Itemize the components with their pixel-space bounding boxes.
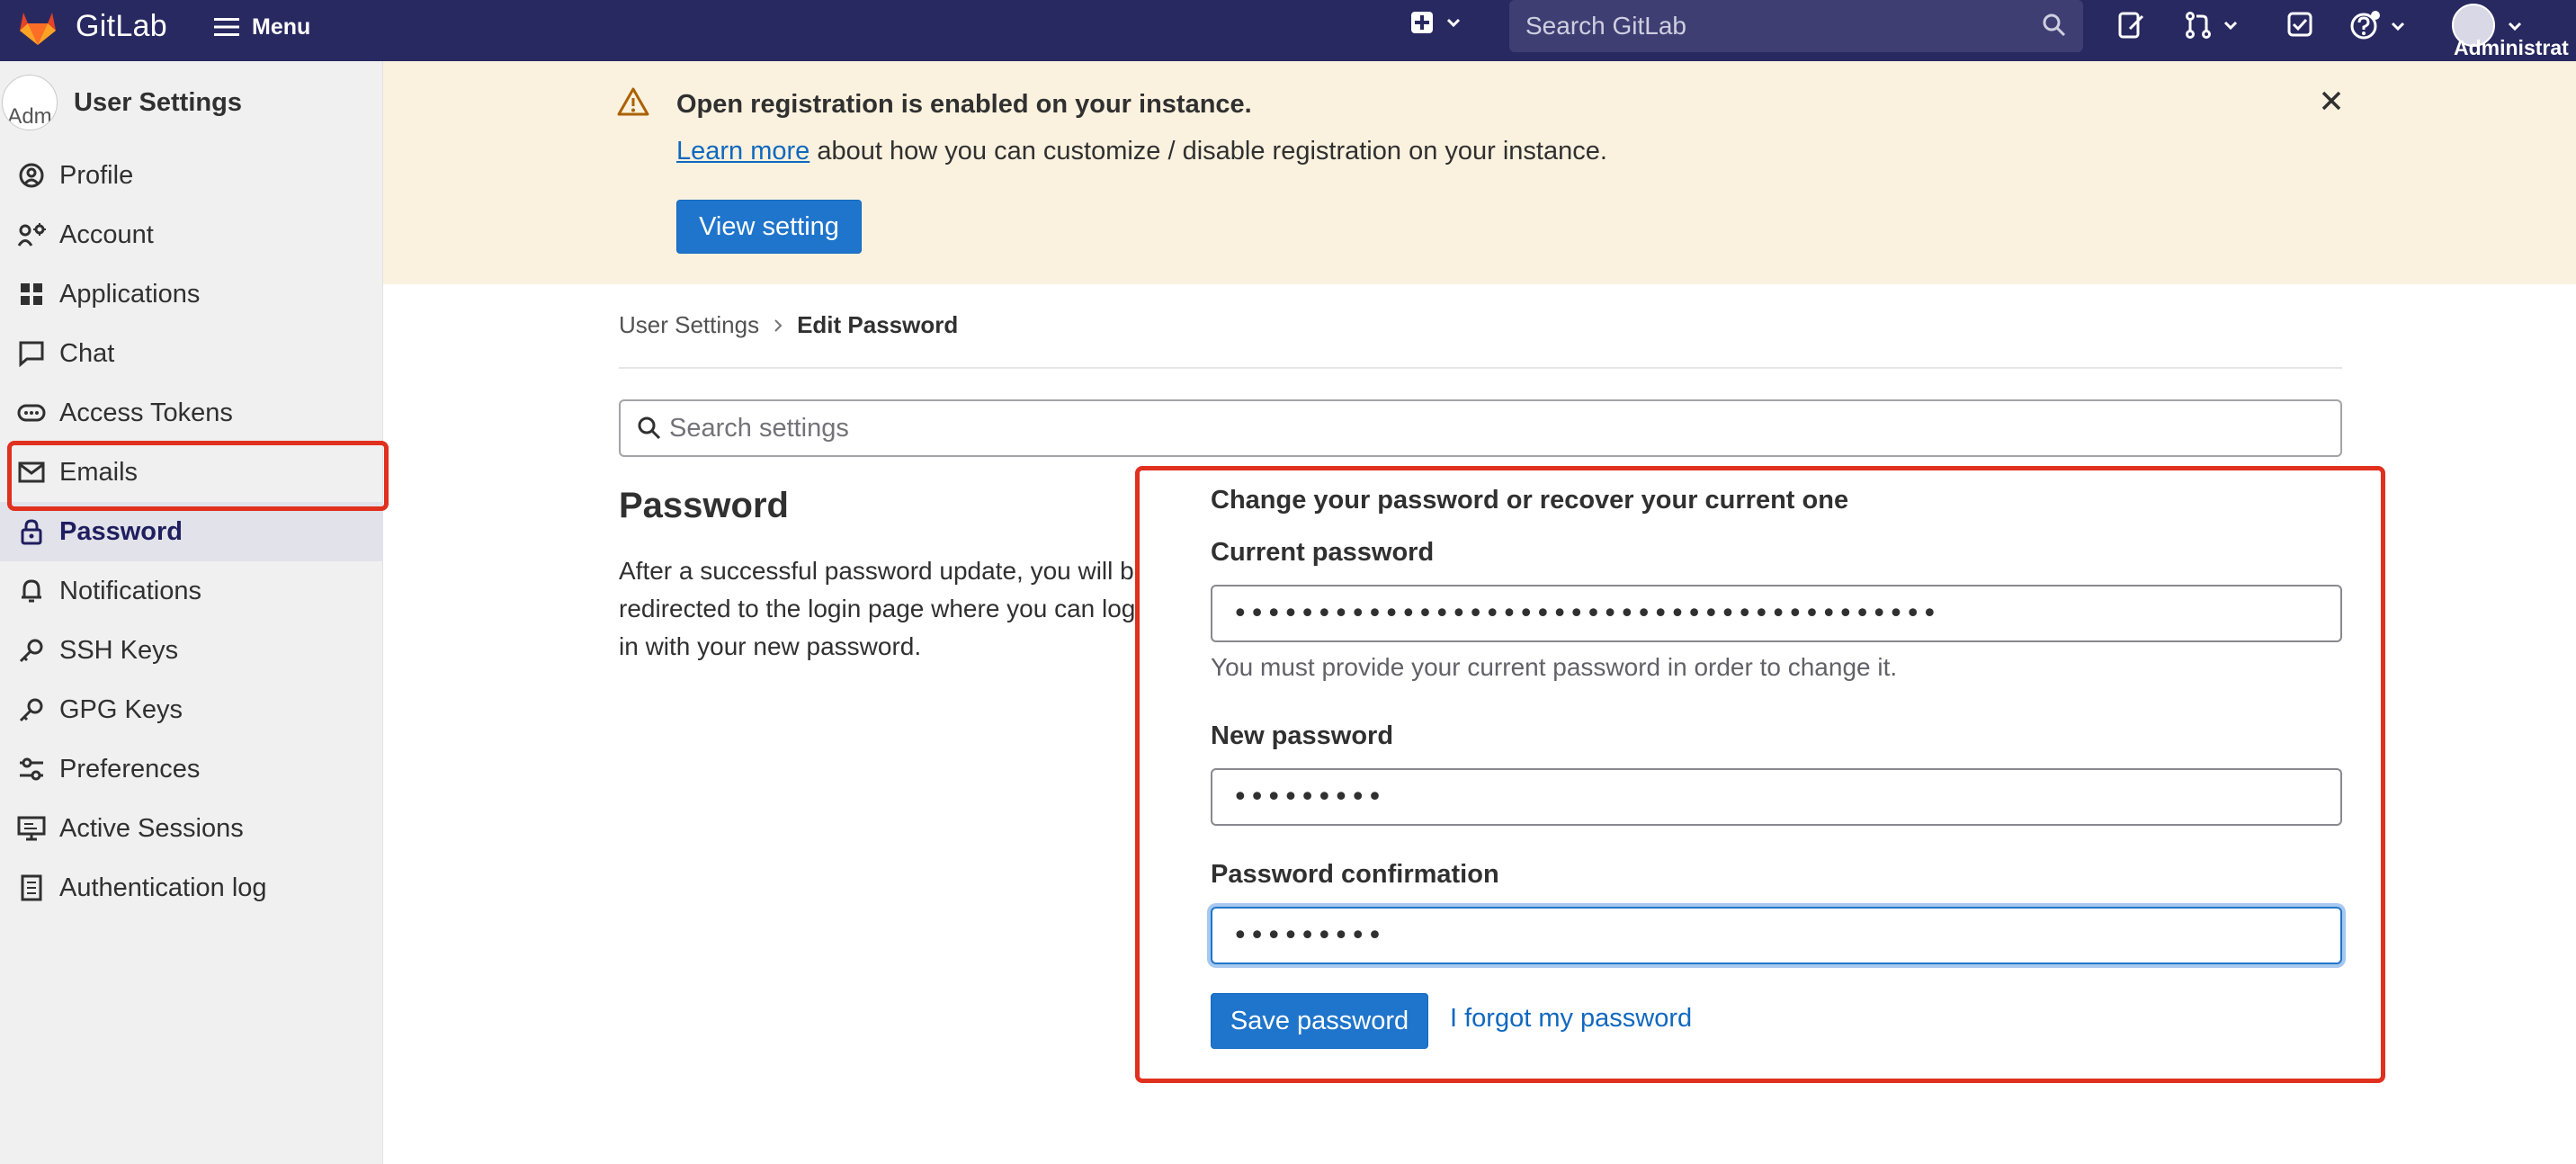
key-icon: [16, 635, 47, 666]
search-icon: [2043, 13, 2066, 37]
chevron-down-icon: [2391, 22, 2405, 31]
alert-body: Learn more about how you can customize /…: [676, 137, 1607, 166]
preferences-icon: [16, 754, 47, 784]
section-description: After a successful password update, you …: [619, 557, 1149, 660]
lock-icon: [16, 516, 47, 547]
search-icon: [638, 416, 661, 440]
chevron-down-icon: [2223, 21, 2238, 30]
log-icon: [16, 873, 47, 903]
hamburger-icon: [214, 18, 239, 36]
merge-request-icon: [2186, 12, 2211, 39]
sidebar-header[interactable]: Adm User Settings: [0, 75, 242, 130]
mail-icon: [16, 457, 47, 488]
todo-check-icon: [2287, 12, 2312, 37]
alert-title: Open registration is enabled on your ins…: [676, 90, 1252, 119]
menu-label: Menu: [252, 13, 311, 40]
forgot-password-link[interactable]: I forgot my password: [1450, 1004, 1692, 1034]
sidebar-item-label: Access Tokens: [59, 398, 233, 427]
warning-icon: [617, 87, 649, 116]
sidebar-item-password[interactable]: Password: [0, 502, 383, 561]
sidebar-avatar: Adm: [2, 75, 58, 130]
close-icon[interactable]: [2319, 88, 2344, 113]
chat-icon: [16, 338, 47, 369]
sidebar-item-profile[interactable]: Profile: [0, 146, 383, 205]
breadcrumb-divider: [619, 367, 2342, 369]
user-name-label[interactable]: Administrat: [2454, 36, 2569, 60]
sidebar-item-chat[interactable]: Chat: [0, 324, 383, 383]
menu-button[interactable]: Menu: [214, 9, 310, 45]
sidebar-item-label: Emails: [59, 457, 139, 487]
top-navbar: GitLab Menu Search GitLab Administrat: [0, 0, 2576, 61]
create-new-button[interactable]: [1410, 11, 1461, 34]
plus-square-icon: [1411, 12, 1433, 33]
chevron-down-icon[interactable]: [2508, 22, 2522, 31]
sidebar-title: User Settings: [74, 87, 242, 117]
monitor-icon: [16, 813, 47, 844]
sidebar-item-notifications[interactable]: Notifications: [0, 561, 383, 621]
issues-icon: [2118, 12, 2144, 39]
sidebar-item-access-tokens[interactable]: Access Tokens: [0, 383, 383, 443]
bell-icon: [16, 576, 47, 606]
brand-name[interactable]: GitLab: [76, 9, 167, 44]
global-search-input[interactable]: [1509, 0, 2083, 52]
sidebar-item-label: Active Sessions: [59, 813, 244, 843]
account-icon: [16, 219, 47, 250]
settings-search-input[interactable]: [621, 401, 2340, 455]
settings-sidebar: Adm User Settings Profile Account Applic…: [0, 61, 383, 1164]
new-password-label: New password: [1211, 721, 1394, 750]
sidebar-item-applications[interactable]: Applications: [0, 264, 383, 324]
applications-icon: [16, 279, 47, 309]
save-password-button[interactable]: Save password: [1211, 993, 1428, 1049]
sidebar-item-label: GPG Keys: [59, 694, 183, 724]
profile-icon: [16, 160, 47, 191]
sidebar-item-label: Password: [59, 516, 183, 546]
breadcrumb-parent[interactable]: User Settings: [619, 311, 759, 339]
sidebar-item-gpg-keys[interactable]: GPG Keys: [0, 680, 383, 739]
issues-button[interactable]: [2117, 11, 2146, 40]
sidebar-item-label: Preferences: [59, 754, 201, 783]
sidebar-menu: Profile Account Applications Chat Access…: [0, 146, 383, 918]
breadcrumb-current: Edit Password: [797, 311, 959, 338]
avatar-alt-text: Adm: [7, 104, 52, 129]
new-password-field[interactable]: [1211, 768, 2342, 826]
sidebar-item-active-sessions[interactable]: Active Sessions: [0, 799, 383, 858]
password-confirmation-field[interactable]: [1211, 907, 2342, 964]
sidebar-item-preferences[interactable]: Preferences: [0, 739, 383, 799]
current-password-help: You must provide your current password i…: [1211, 653, 1898, 681]
todos-button[interactable]: [2286, 11, 2313, 38]
section-title: Password: [619, 486, 789, 525]
gitlab-logo-icon[interactable]: [14, 4, 61, 50]
help-button[interactable]: [2349, 11, 2405, 41]
view-setting-button[interactable]: View setting: [676, 200, 862, 254]
current-password-label: Current password: [1211, 538, 1435, 567]
global-search[interactable]: [1509, 0, 2083, 52]
sidebar-item-label: Profile: [59, 160, 134, 190]
settings-search[interactable]: [619, 399, 2342, 457]
form-heading: Change your password or recover your cur…: [1211, 486, 1849, 515]
sidebar-item-ssh-keys[interactable]: SSH Keys: [0, 621, 383, 680]
sidebar-item-label: Authentication log: [59, 873, 267, 902]
sidebar-item-label: SSH Keys: [59, 635, 179, 665]
learn-more-link[interactable]: Learn more: [676, 137, 809, 166]
password-confirmation-label: Password confirmation: [1211, 860, 1499, 889]
sidebar-item-authentication-log[interactable]: Authentication log: [0, 858, 383, 918]
sidebar-item-label: Notifications: [59, 576, 201, 605]
chevron-down-icon: [1446, 18, 1461, 27]
sidebar-item-emails[interactable]: Emails: [0, 443, 383, 502]
sidebar-item-account[interactable]: Account: [0, 205, 383, 264]
current-password-field[interactable]: [1211, 585, 2342, 642]
sidebar-item-label: Account: [59, 219, 154, 249]
token-icon: [16, 398, 47, 428]
alert-body-text: about how you can customize / disable re…: [809, 137, 1607, 166]
sidebar-item-label: Chat: [59, 338, 115, 368]
chevron-right-icon: [774, 318, 783, 332]
help-icon: [2350, 11, 2380, 40]
key-icon: [16, 694, 47, 725]
breadcrumb: User Settings Edit Password: [619, 311, 958, 339]
registration-alert: Open registration is enabled on your ins…: [383, 61, 2576, 284]
merge-requests-button[interactable]: [2184, 11, 2238, 40]
sidebar-item-label: Applications: [59, 279, 201, 309]
